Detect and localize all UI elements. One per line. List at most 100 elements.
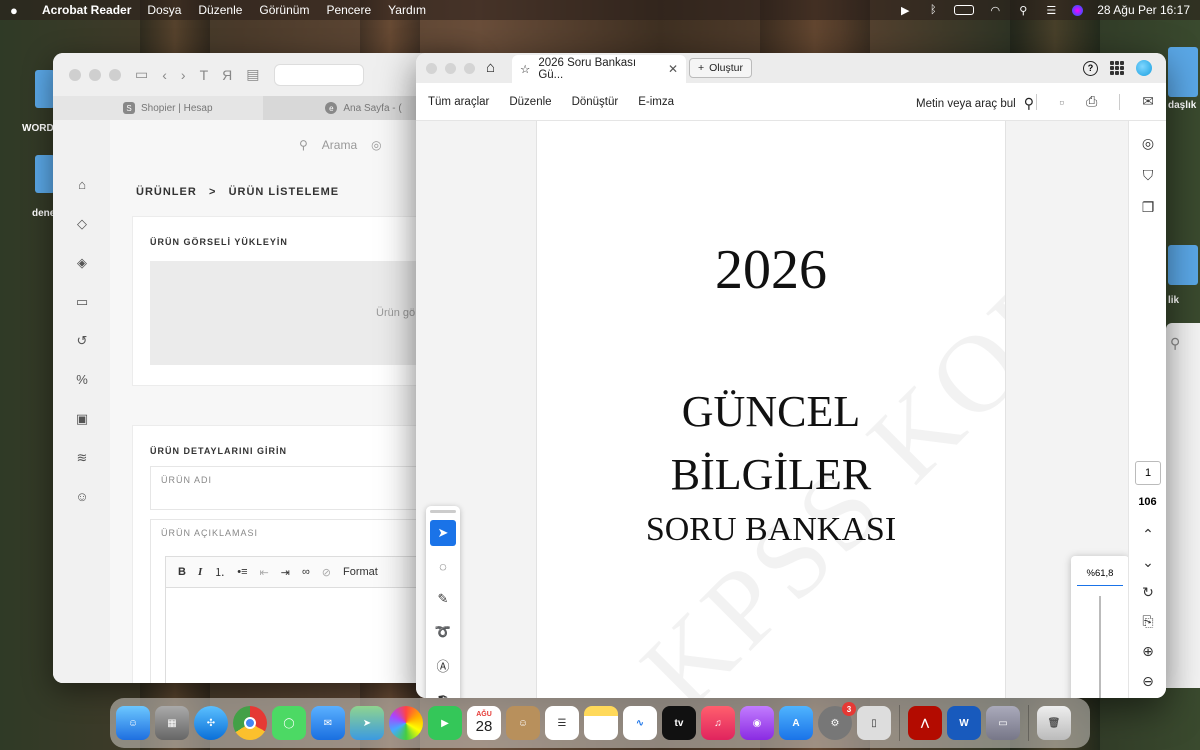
menu-duzenle[interactable]: Düzenle (198, 3, 242, 17)
desktop-folder-icon[interactable] (35, 155, 55, 193)
globe-icon[interactable]: ◎ (371, 138, 381, 152)
close-window-button[interactable] (69, 68, 81, 81)
back-icon[interactable]: ‹ (162, 67, 167, 83)
bookmark-icon[interactable]: ⛉ (1139, 167, 1157, 185)
zoom-slider-track[interactable] (1099, 596, 1101, 698)
rotate-icon[interactable]: ↻ (1139, 584, 1157, 602)
reader-icon[interactable]: ▤ (246, 66, 259, 83)
search-input[interactable]: Arama (322, 138, 357, 152)
minimize-window-button[interactable] (445, 62, 456, 74)
highlight-pen-icon[interactable]: ✎ (430, 586, 456, 612)
user-icon[interactable]: ☺ (74, 489, 90, 505)
tag-icon[interactable]: ◇ (74, 216, 90, 232)
forward-icon[interactable]: › (181, 67, 186, 83)
link-icon[interactable]: ∞ (302, 566, 310, 578)
create-button[interactable]: + Oluştur (689, 58, 752, 78)
freeform-icon[interactable]: ∿ (623, 706, 657, 740)
percent-icon[interactable]: % (74, 372, 90, 388)
sign-icon[interactable]: ✒ (430, 685, 456, 698)
menu-e-sign[interactable]: E-imza (638, 96, 674, 108)
music-icon[interactable]: ♫ (701, 706, 735, 740)
wifi-icon[interactable]: ◠ (988, 4, 1002, 17)
messages-icon[interactable]: ◯ (272, 706, 306, 740)
acrobat-reader-icon[interactable]: ⋀ (908, 706, 942, 740)
document-tab[interactable]: ☆ 2026 Soru Bankası Gü... ✕ (512, 55, 686, 83)
find-tool[interactable]: Metin veya araç bul ⚲ (916, 95, 1034, 112)
apple-tv-icon[interactable]: tv (662, 706, 696, 740)
system-settings-icon[interactable]: ⚙ 3 (818, 702, 856, 740)
select-cursor-icon[interactable]: ➤ (430, 520, 456, 546)
desktop-folder-icon[interactable] (35, 70, 55, 108)
sidebar-toggle-icon[interactable]: ▭ (135, 66, 148, 83)
address-bar[interactable] (273, 63, 364, 86)
calendar-icon[interactable]: AĞU 28 (467, 706, 501, 740)
extension-icon[interactable]: Я (222, 67, 232, 83)
desktop-folder-icon[interactable] (1168, 245, 1198, 285)
control-center-icon[interactable]: ☰ (1044, 4, 1058, 17)
print-icon[interactable]: ⎙ (1086, 93, 1097, 110)
pdf-page[interactable]: KPSS KOD 2026 GÜNCEL BİLGİLER SORU BANKA… (536, 121, 1006, 698)
chevron-down-icon[interactable]: ⌄ (1139, 554, 1157, 572)
menu-gorunum[interactable]: Görünüm (259, 3, 309, 17)
history-icon[interactable]: ↺ (74, 333, 90, 349)
reminders-icon[interactable]: ☰ (545, 706, 579, 740)
box-icon[interactable]: ◈ (74, 255, 90, 271)
tab-shopier[interactable]: S Shopier | Hesap (53, 96, 263, 120)
zoom-value[interactable]: %61,8 (1077, 568, 1123, 586)
help-icon[interactable]: ? (1083, 60, 1098, 76)
mail-icon[interactable]: ✉ (1142, 93, 1154, 110)
outdent-icon[interactable]: ⇤ (260, 566, 269, 579)
close-tab-icon[interactable]: ✕ (668, 62, 678, 76)
zoom-window-button[interactable] (109, 68, 121, 81)
safari-icon[interactable]: ✣ (194, 706, 228, 740)
star-icon[interactable]: ☆ (520, 62, 530, 76)
photos-icon[interactable] (389, 706, 423, 740)
page-fit-icon[interactable]: ⎘ (1139, 613, 1157, 631)
facetime-icon[interactable]: ▶ (428, 706, 462, 740)
chrome-icon[interactable] (233, 706, 267, 740)
menu-edit[interactable]: Düzenle (509, 96, 551, 108)
bluetooth-icon[interactable]: ᛒ (926, 4, 940, 16)
credit-card-icon[interactable]: ▭ (74, 294, 90, 310)
unlink-icon[interactable]: ⊘ (322, 566, 331, 579)
word-icon[interactable]: W (947, 706, 981, 740)
search-icon[interactable]: ⚲ (1170, 335, 1180, 352)
profile-avatar[interactable] (1136, 60, 1152, 76)
drag-handle[interactable] (430, 510, 456, 513)
numbered-list-icon[interactable]: ⒈ (214, 564, 225, 580)
trash-icon[interactable]: 🗑 (1037, 706, 1071, 740)
play-icon[interactable]: ▶ (898, 4, 912, 17)
menu-all-tools[interactable]: Tüm araçlar (428, 96, 489, 108)
app-store-icon[interactable]: A (779, 706, 813, 740)
menu-convert[interactable]: Dönüştür (572, 96, 619, 108)
draw-lasso-icon[interactable]: ➰ (430, 619, 456, 645)
menu-pencere[interactable]: Pencere (326, 3, 371, 17)
italic-icon[interactable]: I (198, 566, 202, 578)
podcasts-icon[interactable]: ◉ (740, 706, 774, 740)
menu-dosya[interactable]: Dosya (147, 3, 181, 17)
close-window-button[interactable] (426, 62, 437, 74)
chevron-up-icon[interactable]: ⌃ (1139, 526, 1157, 544)
extension-icon[interactable]: T (200, 67, 209, 83)
zoom-out-icon[interactable]: ⊖ (1139, 673, 1157, 691)
save-icon[interactable]: ▫ (1059, 94, 1064, 110)
mail-icon[interactable]: ✉ (311, 706, 345, 740)
home-icon[interactable]: ⌂ (486, 59, 495, 76)
menu-yardim[interactable]: Yardım (388, 3, 426, 17)
minimize-window-button[interactable] (89, 68, 101, 81)
clock[interactable]: 28 Ağu Per 16:17 (1097, 3, 1190, 17)
preview-icon[interactable]: ▭ (986, 706, 1020, 740)
briefcase-icon[interactable]: ▣ (74, 411, 90, 427)
text-box-icon[interactable]: Ⓐ (430, 652, 456, 678)
siri-icon[interactable] (1072, 4, 1084, 16)
battery-icon[interactable] (954, 5, 975, 15)
search-icon[interactable]: ⚲ (1024, 95, 1034, 112)
format-dropdown[interactable]: Format (343, 566, 378, 578)
indent-icon[interactable]: ⇥ (281, 566, 290, 579)
comment-icon[interactable]: ◌ (430, 553, 456, 579)
launchpad-icon[interactable]: ▦ (155, 706, 189, 740)
bold-icon[interactable]: B (178, 566, 186, 578)
contacts-icon[interactable]: ☺ (506, 706, 540, 740)
comments-panel-icon[interactable]: ◎ (1139, 135, 1157, 153)
acrobat-window[interactable]: ⌂ ☆ 2026 Soru Bankası Gü... ✕ + Oluştur … (416, 53, 1166, 698)
